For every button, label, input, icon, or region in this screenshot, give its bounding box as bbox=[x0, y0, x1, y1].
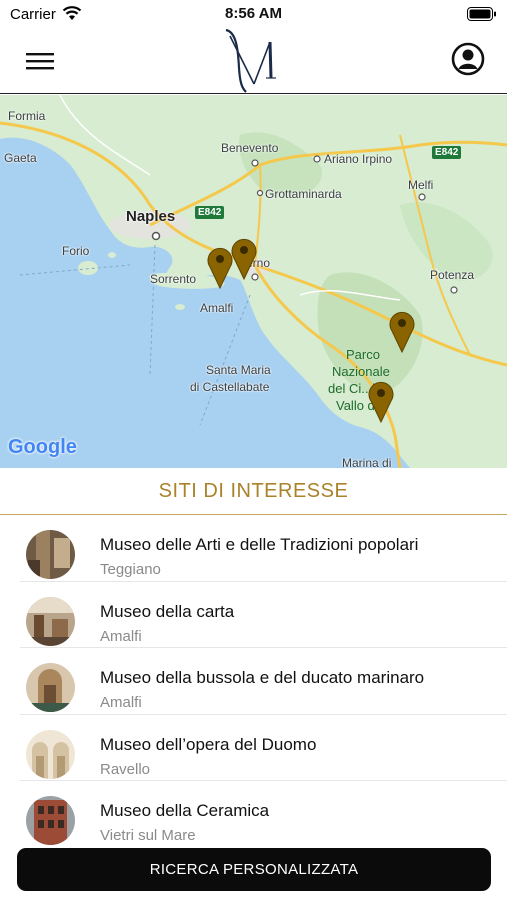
battery-icon bbox=[467, 7, 496, 21]
poi-thumbnail bbox=[26, 796, 75, 845]
poi-thumbnail bbox=[26, 663, 75, 712]
map-label-park-1: Parco bbox=[346, 347, 380, 362]
map-label-potenza: Potenza bbox=[430, 268, 475, 282]
map-pin-icon[interactable] bbox=[230, 236, 258, 280]
map-label-benevento: Benevento bbox=[221, 141, 279, 155]
poi-name: Museo della Ceramica bbox=[100, 801, 270, 820]
list-item[interactable]: Museo della carta Amalfi bbox=[20, 582, 507, 648]
map-label-grottaminarda: Grottaminarda bbox=[265, 187, 342, 201]
map-label-naples: Naples bbox=[126, 208, 176, 225]
list-item[interactable]: Museo delle Arti e delle Tradizioni popo… bbox=[20, 515, 507, 582]
map-pin-icon[interactable] bbox=[388, 309, 416, 353]
profile-icon[interactable] bbox=[451, 42, 485, 76]
map-label-forio: Forio bbox=[62, 244, 90, 258]
road-badge-e842: E842 bbox=[195, 206, 225, 219]
road-badge-e842: E842 bbox=[432, 146, 462, 159]
poi-thumbnail bbox=[26, 596, 75, 646]
poi-city: Vietri sul Mare bbox=[100, 827, 196, 844]
map-label-castellabate: di Castellabate bbox=[190, 380, 270, 394]
clock: 8:56 AM bbox=[225, 5, 282, 22]
poi-name: Museo della bussola e del ducato marinar… bbox=[100, 668, 425, 687]
map-label-park-2: Nazionale bbox=[332, 364, 390, 379]
map-label-formia: Formia bbox=[8, 109, 46, 123]
poi-city: Amalfi bbox=[100, 694, 142, 711]
poi-name: Museo della carta bbox=[100, 601, 235, 621]
poi-thumbnail bbox=[26, 530, 75, 579]
map-label-sorrento: Sorrento bbox=[150, 272, 197, 286]
menu-icon[interactable] bbox=[24, 48, 56, 74]
poi-name: Museo delle Arti e delle Tradizioni popo… bbox=[100, 535, 419, 554]
custom-search-button[interactable]: RICERCA PERSONALIZZATA bbox=[17, 848, 491, 891]
map-pin-icon[interactable] bbox=[367, 379, 395, 423]
map-view[interactable]: Formia Gaeta Benevento Ariano Irpino Gro… bbox=[0, 95, 507, 468]
map-label-santa-maria: Santa Maria bbox=[206, 363, 271, 377]
poi-list[interactable]: Museo delle Arti e delle Tradizioni popo… bbox=[0, 515, 507, 845]
map-label-amalfi: Amalfi bbox=[200, 301, 234, 315]
map-label-marina: Marina di bbox=[342, 456, 392, 468]
list-item[interactable]: Museo della Ceramica Vietri sul Mare bbox=[20, 781, 507, 845]
poi-city: Ravello bbox=[100, 760, 151, 778]
poi-name: Museo dell’opera del Duomo bbox=[100, 734, 317, 754]
google-logo: Google bbox=[8, 436, 77, 458]
map-label-gaeta: Gaeta bbox=[4, 151, 37, 165]
list-item[interactable]: Museo dell’opera del Duomo Ravello bbox=[20, 715, 507, 781]
status-bar: Carrier 8:56 AM bbox=[0, 0, 507, 28]
nav-bar bbox=[0, 28, 507, 94]
map-label-ariano: Ariano Irpino bbox=[324, 152, 393, 166]
section-title: SITI DI INTERESSE bbox=[158, 480, 349, 502]
poi-thumbnail bbox=[26, 729, 75, 779]
app-logo bbox=[225, 28, 276, 93]
map-label-melfi: Melfi bbox=[408, 178, 434, 192]
poi-city: Amalfi bbox=[100, 627, 142, 645]
poi-city: Teggiano bbox=[100, 561, 161, 578]
list-item[interactable]: Museo della bussola e del ducato marinar… bbox=[20, 648, 507, 715]
